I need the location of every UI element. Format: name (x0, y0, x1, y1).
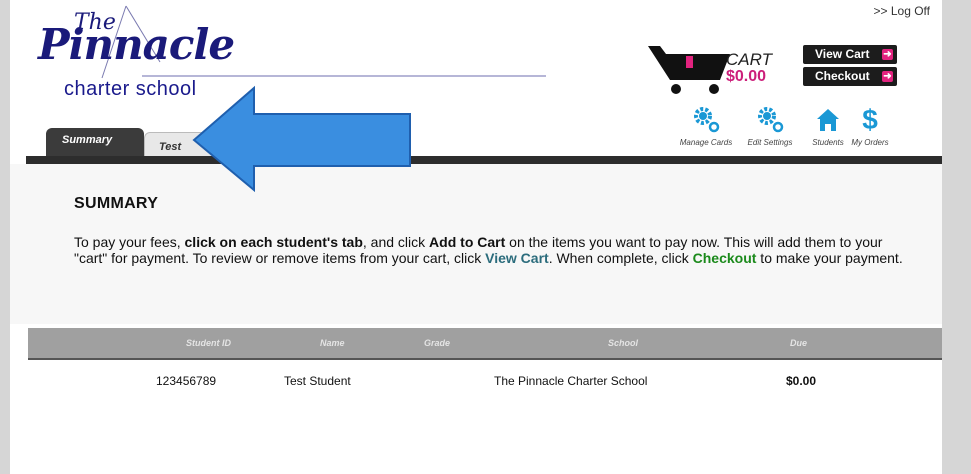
my-orders-label: My Orders (851, 138, 889, 147)
cell-name: Test Student (284, 374, 351, 388)
gear-icon (694, 107, 720, 133)
edit-settings-link[interactable]: Edit Settings (738, 104, 802, 147)
table-header: Student ID Name Grade School Due (28, 328, 942, 360)
cell-school: The Pinnacle Charter School (494, 374, 648, 388)
column-header-due: Due (790, 338, 808, 348)
log-off-link[interactable]: >> Log Off (874, 4, 931, 18)
instr-checkout: Checkout (692, 250, 757, 266)
school-logo[interactable]: The Pinnacle charter school (26, 4, 546, 100)
instr-text-1: To pay your fees, (74, 234, 185, 250)
view-cart-label: View Cart (815, 47, 870, 61)
gear-icon (758, 107, 784, 133)
instr-view-cart: View Cart (485, 250, 549, 266)
edit-settings-label: Edit Settings (747, 138, 793, 147)
instr-text-4: . When complete, click (548, 250, 693, 266)
students-label: Students (812, 138, 844, 147)
cell-due: $0.00 (786, 374, 817, 388)
column-header-name: Name (320, 338, 345, 348)
cart-label: CART (726, 50, 772, 69)
svg-text:$: $ (862, 104, 878, 134)
manage-cards-label: Manage Cards (679, 138, 733, 147)
instr-emphasis-tab: click on each student's tab (184, 234, 363, 250)
cell-student-id: 123456789 (156, 374, 217, 388)
checkout-label: Checkout (815, 69, 870, 83)
checkout-button[interactable]: Checkout ➜ (803, 67, 897, 86)
tab-bar-divider (26, 156, 942, 164)
column-header-grade: Grade (424, 338, 451, 348)
instr-emphasis-add: Add to Cart (429, 234, 506, 250)
manage-cards-link[interactable]: Manage Cards (676, 104, 736, 147)
students-link[interactable]: Students (808, 104, 848, 147)
cart-total: $0.00 (726, 68, 767, 85)
tab-summary[interactable]: Summary (46, 128, 144, 156)
home-icon (817, 109, 839, 131)
instr-text-5: to make your payment. (756, 250, 903, 266)
view-cart-button[interactable]: View Cart ➜ (803, 45, 897, 64)
payment-instructions: To pay your fees, click on each student'… (74, 234, 914, 266)
dollar-icon: $ (862, 104, 878, 134)
page-title: SUMMARY (74, 195, 159, 212)
instr-text-2: , and click (362, 234, 430, 250)
arrow-right-icon: ➜ (882, 71, 893, 82)
column-header-student-id: Student ID (186, 338, 231, 348)
column-header-school: School (608, 338, 639, 348)
logo-name: Pinnacle (38, 20, 235, 69)
cart-icon[interactable] (646, 40, 732, 96)
header-divider (28, 358, 942, 360)
arrow-right-icon: ➜ (882, 49, 893, 60)
page: The Pinnacle charter school >> Log Off C… (10, 0, 942, 474)
logo-subtitle: charter school (64, 78, 197, 100)
annotation-arrow-icon (192, 85, 411, 193)
my-orders-link[interactable]: $ My Orders (850, 104, 890, 147)
account-links: Manage Cards Edit Settings Students $ My… (676, 104, 940, 152)
table-row: 123456789 Test Student The Pinnacle Char… (28, 364, 942, 394)
